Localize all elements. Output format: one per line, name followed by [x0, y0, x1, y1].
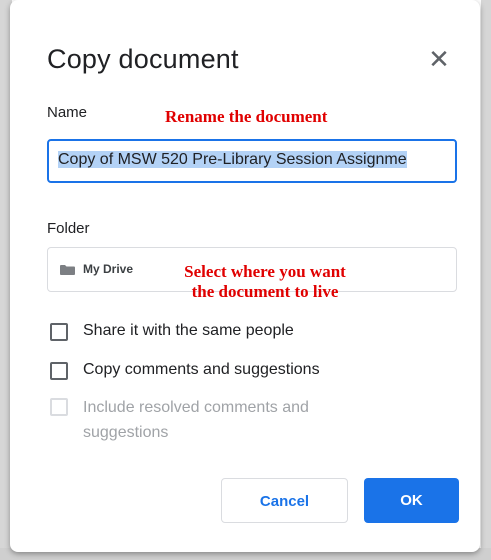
share-label: Share it with the same people	[83, 322, 294, 339]
folder-name: My Drive	[83, 262, 134, 276]
dialog-title: Copy document	[47, 44, 239, 74]
include-resolved-label: Include resolved comments and suggestion…	[83, 399, 309, 441]
document-name-input[interactable]: Copy of MSW 520 Pre-Library Session Assi…	[47, 139, 457, 183]
share-checkbox[interactable]	[50, 323, 68, 341]
document-name-value: Copy of MSW 520 Pre-Library Session Assi…	[58, 151, 407, 168]
close-icon[interactable]: ✕	[426, 46, 452, 72]
backdrop-right-edge	[481, 0, 491, 560]
folder-annotation: Select where you want the document to li…	[165, 262, 365, 302]
copy-document-dialog: Copy document ✕ Name Rename the document…	[10, 0, 480, 552]
ok-button[interactable]: OK	[364, 478, 459, 523]
rename-annotation: Rename the document	[165, 107, 328, 126]
folder-icon	[60, 265, 75, 275]
folder-label: Folder	[47, 220, 90, 237]
folder-annotation-line2: the document to live	[191, 282, 339, 301]
copy-comments-label: Copy comments and suggestions	[83, 361, 320, 378]
name-label: Name	[47, 104, 88, 121]
copy-comments-checkbox[interactable]	[50, 362, 68, 380]
cancel-button[interactable]: Cancel	[221, 478, 348, 523]
include-resolved-checkbox	[50, 398, 68, 416]
folder-annotation-line1: Select where you want	[184, 262, 346, 281]
